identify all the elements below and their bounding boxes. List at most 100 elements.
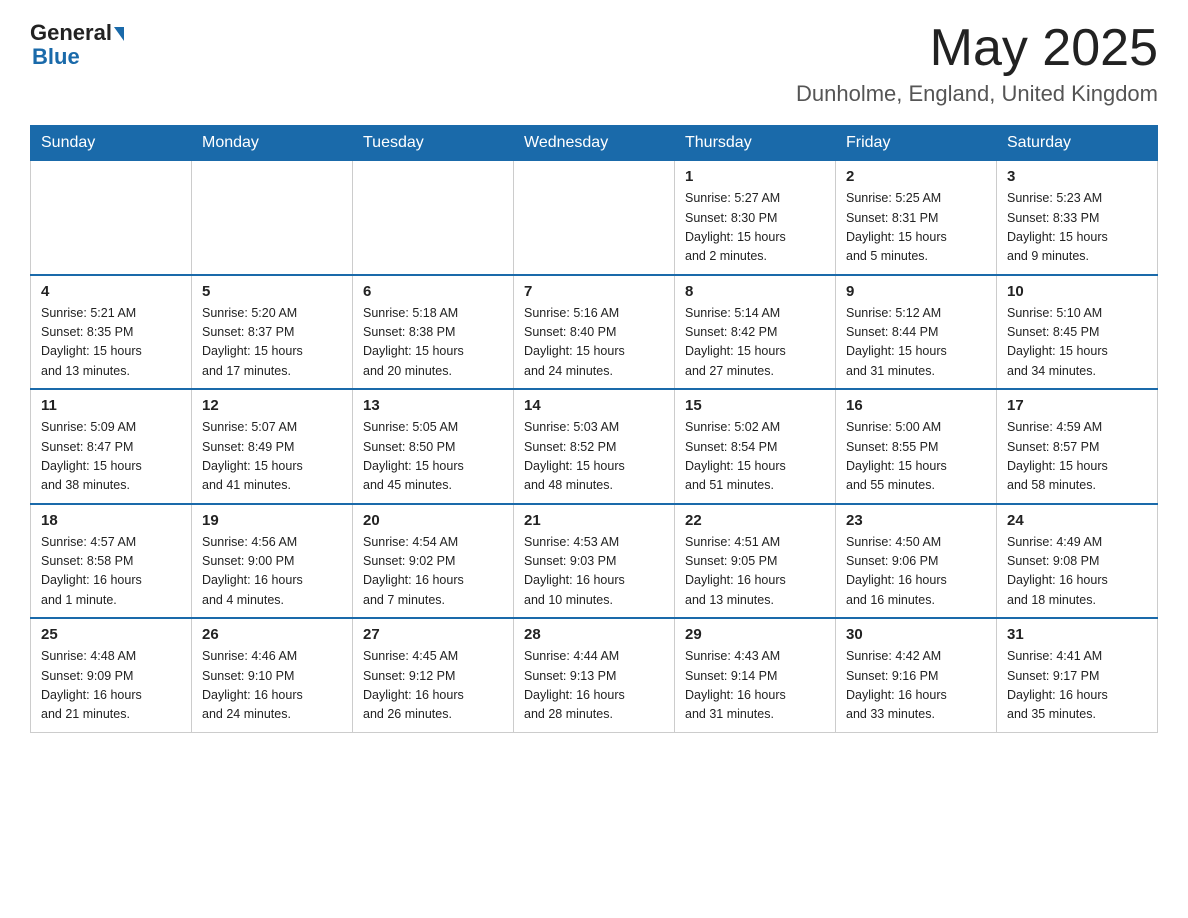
logo-blue-text: Blue [32,44,80,70]
day-info-9: Sunrise: 5:12 AM Sunset: 8:44 PM Dayligh… [846,304,986,382]
day-number-11: 11 [41,397,181,414]
day-info-29: Sunrise: 4:43 AM Sunset: 9:14 PM Dayligh… [685,647,825,725]
day-number-17: 17 [1007,397,1147,414]
day-info-23: Sunrise: 4:50 AM Sunset: 9:06 PM Dayligh… [846,533,986,611]
calendar-cell-w3d4: 14 Sunrise: 5:03 AM Sunset: 8:52 PM Dayli… [514,389,675,504]
day-info-21: Sunrise: 4:53 AM Sunset: 9:03 PM Dayligh… [524,533,664,611]
col-header-sunday: Sunday [31,126,192,161]
col-header-wednesday: Wednesday [514,126,675,161]
day-number-28: 28 [524,626,664,643]
day-number-21: 21 [524,512,664,529]
day-number-25: 25 [41,626,181,643]
calendar-cell-w5d3: 27Sunrise: 4:45 AM Sunset: 9:12 PM Dayli… [353,618,514,732]
day-info-16: Sunrise: 5:00 AM Sunset: 8:55 PM Dayligh… [846,418,986,496]
calendar-cell-w5d5: 29 Sunrise: 4:43 AM Sunset: 9:14 PM Dayli… [675,618,836,732]
day-info-24: Sunrise: 4:49 AM Sunset: 9:08 PM Dayligh… [1007,533,1147,611]
logo-general-text: General [30,20,112,46]
month-title: May 2025 [796,20,1158,77]
calendar-cell-w3d7: 17 Sunrise: 4:59 AM Sunset: 8:57 PM Dayli… [997,389,1158,504]
calendar-cell-w2d1: 4 Sunrise: 5:21 AM Sunset: 8:35 PM Daylig… [31,275,192,390]
day-info-31: Sunrise: 4:41 AM Sunset: 9:17 PM Dayligh… [1007,647,1147,725]
calendar-week-5: 25 Sunrise: 4:48 AM Sunset: 9:09 PM Dayli… [31,618,1158,732]
col-header-tuesday: Tuesday [353,126,514,161]
calendar-cell-w1d1 [31,161,192,275]
day-info-17: Sunrise: 4:59 AM Sunset: 8:57 PM Dayligh… [1007,418,1147,496]
page-header: General Blue May 2025 Dunholme, England,… [30,20,1158,107]
day-info-18: Sunrise: 4:57 AM Sunset: 8:58 PM Dayligh… [41,533,181,611]
calendar-cell-w2d4: 7Sunrise: 5:16 AM Sunset: 8:40 PM Daylig… [514,275,675,390]
calendar-cell-w4d7: 24 Sunrise: 4:49 AM Sunset: 9:08 PM Dayli… [997,504,1158,619]
calendar-cell-w5d7: 31 Sunrise: 4:41 AM Sunset: 9:17 PM Dayli… [997,618,1158,732]
day-info-15: Sunrise: 5:02 AM Sunset: 8:54 PM Dayligh… [685,418,825,496]
day-number-6: 6 [363,283,503,300]
calendar-week-3: 11 Sunrise: 5:09 AM Sunset: 8:47 PM Dayli… [31,389,1158,504]
calendar-cell-w5d2: 26Sunrise: 4:46 AM Sunset: 9:10 PM Dayli… [192,618,353,732]
calendar-cell-w3d3: 13Sunrise: 5:05 AM Sunset: 8:50 PM Dayli… [353,389,514,504]
calendar-cell-w5d6: 30 Sunrise: 4:42 AM Sunset: 9:16 PM Dayli… [836,618,997,732]
day-number-8: 8 [685,283,825,300]
day-number-14: 14 [524,397,664,414]
day-number-30: 30 [846,626,986,643]
location: Dunholme, England, United Kingdom [796,81,1158,107]
day-number-31: 31 [1007,626,1147,643]
day-number-27: 27 [363,626,503,643]
day-info-30: Sunrise: 4:42 AM Sunset: 9:16 PM Dayligh… [846,647,986,725]
calendar-cell-w4d3: 20Sunrise: 4:54 AM Sunset: 9:02 PM Dayli… [353,504,514,619]
col-header-saturday: Saturday [997,126,1158,161]
day-info-12: Sunrise: 5:07 AM Sunset: 8:49 PM Dayligh… [202,418,342,496]
day-info-8: Sunrise: 5:14 AM Sunset: 8:42 PM Dayligh… [685,304,825,382]
day-number-2: 2 [846,168,986,185]
logo: General Blue [30,20,124,70]
col-header-friday: Friday [836,126,997,161]
day-number-20: 20 [363,512,503,529]
calendar-cell-w1d5: 1 Sunrise: 5:27 AM Sunset: 8:30 PM Daylig… [675,161,836,275]
day-info-3: Sunrise: 5:23 AM Sunset: 8:33 PM Dayligh… [1007,189,1147,267]
logo-arrow-icon [114,27,124,41]
day-info-28: Sunrise: 4:44 AM Sunset: 9:13 PM Dayligh… [524,647,664,725]
day-info-11: Sunrise: 5:09 AM Sunset: 8:47 PM Dayligh… [41,418,181,496]
calendar-cell-w4d1: 18 Sunrise: 4:57 AM Sunset: 8:58 PM Dayli… [31,504,192,619]
day-number-24: 24 [1007,512,1147,529]
calendar-cell-w5d4: 28 Sunrise: 4:44 AM Sunset: 9:13 PM Dayli… [514,618,675,732]
day-info-10: Sunrise: 5:10 AM Sunset: 8:45 PM Dayligh… [1007,304,1147,382]
day-number-18: 18 [41,512,181,529]
calendar-cell-w4d4: 21 Sunrise: 4:53 AM Sunset: 9:03 PM Dayli… [514,504,675,619]
calendar-cell-w2d5: 8 Sunrise: 5:14 AM Sunset: 8:42 PM Daylig… [675,275,836,390]
day-number-9: 9 [846,283,986,300]
day-number-4: 4 [41,283,181,300]
calendar-cell-w3d5: 15 Sunrise: 5:02 AM Sunset: 8:54 PM Dayli… [675,389,836,504]
day-info-4: Sunrise: 5:21 AM Sunset: 8:35 PM Dayligh… [41,304,181,382]
calendar-cell-w1d2 [192,161,353,275]
day-info-7: Sunrise: 5:16 AM Sunset: 8:40 PM Dayligh… [524,304,664,382]
calendar-week-1: 1 Sunrise: 5:27 AM Sunset: 8:30 PM Daylig… [31,161,1158,275]
calendar-header-row: Sunday Monday Tuesday Wednesday Thursday… [31,126,1158,161]
day-number-15: 15 [685,397,825,414]
day-info-25: Sunrise: 4:48 AM Sunset: 9:09 PM Dayligh… [41,647,181,725]
calendar-week-4: 18 Sunrise: 4:57 AM Sunset: 8:58 PM Dayli… [31,504,1158,619]
day-info-14: Sunrise: 5:03 AM Sunset: 8:52 PM Dayligh… [524,418,664,496]
calendar-cell-w2d6: 9 Sunrise: 5:12 AM Sunset: 8:44 PM Daylig… [836,275,997,390]
day-info-19: Sunrise: 4:56 AM Sunset: 9:00 PM Dayligh… [202,533,342,611]
calendar-cell-w1d4 [514,161,675,275]
day-number-3: 3 [1007,168,1147,185]
calendar-cell-w3d6: 16Sunrise: 5:00 AM Sunset: 8:55 PM Dayli… [836,389,997,504]
calendar-week-2: 4 Sunrise: 5:21 AM Sunset: 8:35 PM Daylig… [31,275,1158,390]
calendar-cell-w4d6: 23 Sunrise: 4:50 AM Sunset: 9:06 PM Dayli… [836,504,997,619]
day-number-1: 1 [685,168,825,185]
day-info-2: Sunrise: 5:25 AM Sunset: 8:31 PM Dayligh… [846,189,986,267]
calendar-cell-w4d5: 22 Sunrise: 4:51 AM Sunset: 9:05 PM Dayli… [675,504,836,619]
calendar-cell-w3d1: 11 Sunrise: 5:09 AM Sunset: 8:47 PM Dayli… [31,389,192,504]
day-info-1: Sunrise: 5:27 AM Sunset: 8:30 PM Dayligh… [685,189,825,267]
day-number-12: 12 [202,397,342,414]
day-number-22: 22 [685,512,825,529]
day-number-29: 29 [685,626,825,643]
day-info-13: Sunrise: 5:05 AM Sunset: 8:50 PM Dayligh… [363,418,503,496]
calendar-cell-w3d2: 12 Sunrise: 5:07 AM Sunset: 8:49 PM Dayli… [192,389,353,504]
day-info-6: Sunrise: 5:18 AM Sunset: 8:38 PM Dayligh… [363,304,503,382]
day-info-22: Sunrise: 4:51 AM Sunset: 9:05 PM Dayligh… [685,533,825,611]
day-number-5: 5 [202,283,342,300]
day-info-5: Sunrise: 5:20 AM Sunset: 8:37 PM Dayligh… [202,304,342,382]
day-number-23: 23 [846,512,986,529]
calendar-table: Sunday Monday Tuesday Wednesday Thursday… [30,125,1158,733]
day-number-19: 19 [202,512,342,529]
